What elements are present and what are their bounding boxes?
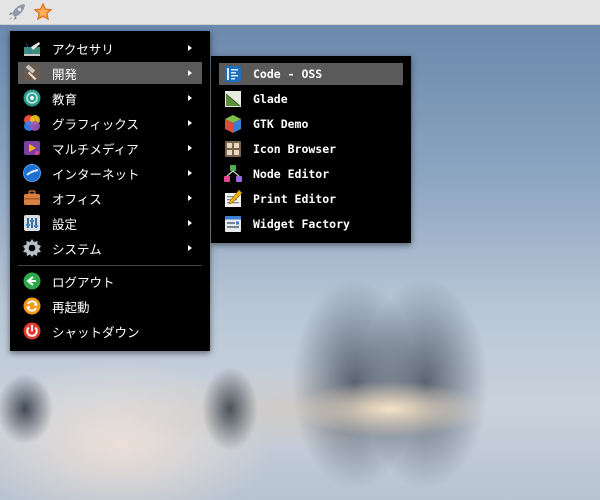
menu-item-multimedia[interactable]: マルチメディア <box>18 137 202 159</box>
submenu-item-node-editor[interactable]: Node Editor <box>219 163 403 185</box>
menu-item-label: アクセサリ <box>52 41 114 57</box>
print-editor-icon <box>225 189 243 207</box>
submenu-arrow-icon <box>188 120 192 126</box>
menu-item-label: グラフィックス <box>52 116 139 132</box>
submenu-arrow-icon <box>188 245 192 251</box>
menu-item-education[interactable]: 教育 <box>18 87 202 109</box>
glade-icon <box>225 91 241 107</box>
rocket-icon[interactable] <box>7 2 27 22</box>
menu-item-label: ログアウト <box>52 274 115 290</box>
multimedia-icon <box>24 141 40 155</box>
menu-item-system[interactable]: システム <box>18 237 202 259</box>
submenu-item-icon-browser[interactable]: Icon Browser <box>219 138 403 160</box>
submenu-arrow-icon <box>188 45 192 51</box>
menu-item-label: 教育 <box>52 91 78 107</box>
menu-item-office[interactable]: オフィス <box>18 187 202 209</box>
menu-item-settings[interactable]: 設定 <box>18 212 202 234</box>
submenu-arrow-icon <box>188 145 192 151</box>
menu-item-label: 設定 <box>52 216 78 232</box>
menu-item-label: マルチメディア <box>52 141 139 157</box>
icon-browser-icon <box>225 141 241 157</box>
accessories-icon <box>24 41 40 56</box>
submenu-arrow-icon <box>188 70 192 76</box>
submenu-item-label: Widget Factory <box>253 217 350 231</box>
logout-icon <box>23 272 41 290</box>
widget-factory-icon <box>225 216 241 232</box>
submenu-arrow-icon <box>188 220 192 226</box>
settings-icon <box>24 215 40 231</box>
graphics-icon <box>24 115 40 131</box>
submenu-arrow-icon <box>188 195 192 201</box>
menu-item-internet[interactable]: インターネット <box>18 162 202 184</box>
submenu-item-label: GTK Demo <box>253 117 309 131</box>
menu-item-logout[interactable]: ログアウト <box>18 270 202 292</box>
menu-item-label: システム <box>52 241 102 257</box>
submenu-item-label: Glade <box>253 92 288 106</box>
menu-item-shutdown[interactable]: シャットダウン <box>18 320 202 342</box>
menu-item-graphics[interactable]: グラフィックス <box>18 112 202 134</box>
submenu-arrow-icon <box>188 95 192 101</box>
submenu-item-label: Print Editor <box>253 192 337 206</box>
submenu-item-widget-factory[interactable]: Widget Factory <box>219 213 403 235</box>
menu-item-label: 開発 <box>52 66 78 82</box>
menu-item-label: 再起動 <box>52 299 90 315</box>
submenu-item-label: Icon Browser <box>253 142 337 156</box>
submenu-item-code-oss[interactable]: Code - OSS <box>219 63 403 85</box>
code-oss-icon <box>225 66 241 82</box>
menu-item-reboot[interactable]: 再起動 <box>18 295 202 317</box>
menu-item-label: インターネット <box>52 166 140 182</box>
office-briefcase-icon <box>24 190 40 205</box>
menu-separator <box>18 265 202 266</box>
internet-icon <box>23 164 41 182</box>
menu-item-label: シャットダウン <box>52 324 140 340</box>
top-panel <box>0 0 600 25</box>
menu-item-development[interactable]: 開発 <box>18 62 202 84</box>
reboot-icon <box>23 297 41 315</box>
system-gear-icon <box>23 239 41 257</box>
menu-item-accessories[interactable]: アクセサリ <box>18 37 202 59</box>
submenu-item-gtk-demo[interactable]: GTK Demo <box>219 113 403 135</box>
development-hammer-icon <box>24 64 40 81</box>
gtk-demo-icon <box>225 115 241 133</box>
application-menu: アクセサリ 開発 教育 グラフィックス マルチメディア インターネット オフィス… <box>10 31 210 351</box>
education-icon <box>23 89 41 107</box>
submenu-item-label: Node Editor <box>253 167 330 181</box>
development-submenu: Code - OSS Glade GTK Demo Icon Browser N… <box>211 56 411 243</box>
star-icon[interactable] <box>33 2 53 22</box>
shutdown-icon <box>23 322 41 340</box>
submenu-item-print-editor[interactable]: Print Editor <box>219 188 403 210</box>
submenu-item-label: Code - OSS <box>253 67 323 81</box>
menu-item-label: オフィス <box>52 191 102 207</box>
submenu-arrow-icon <box>188 170 192 176</box>
node-editor-icon <box>224 165 242 182</box>
submenu-item-glade[interactable]: Glade <box>219 88 403 110</box>
